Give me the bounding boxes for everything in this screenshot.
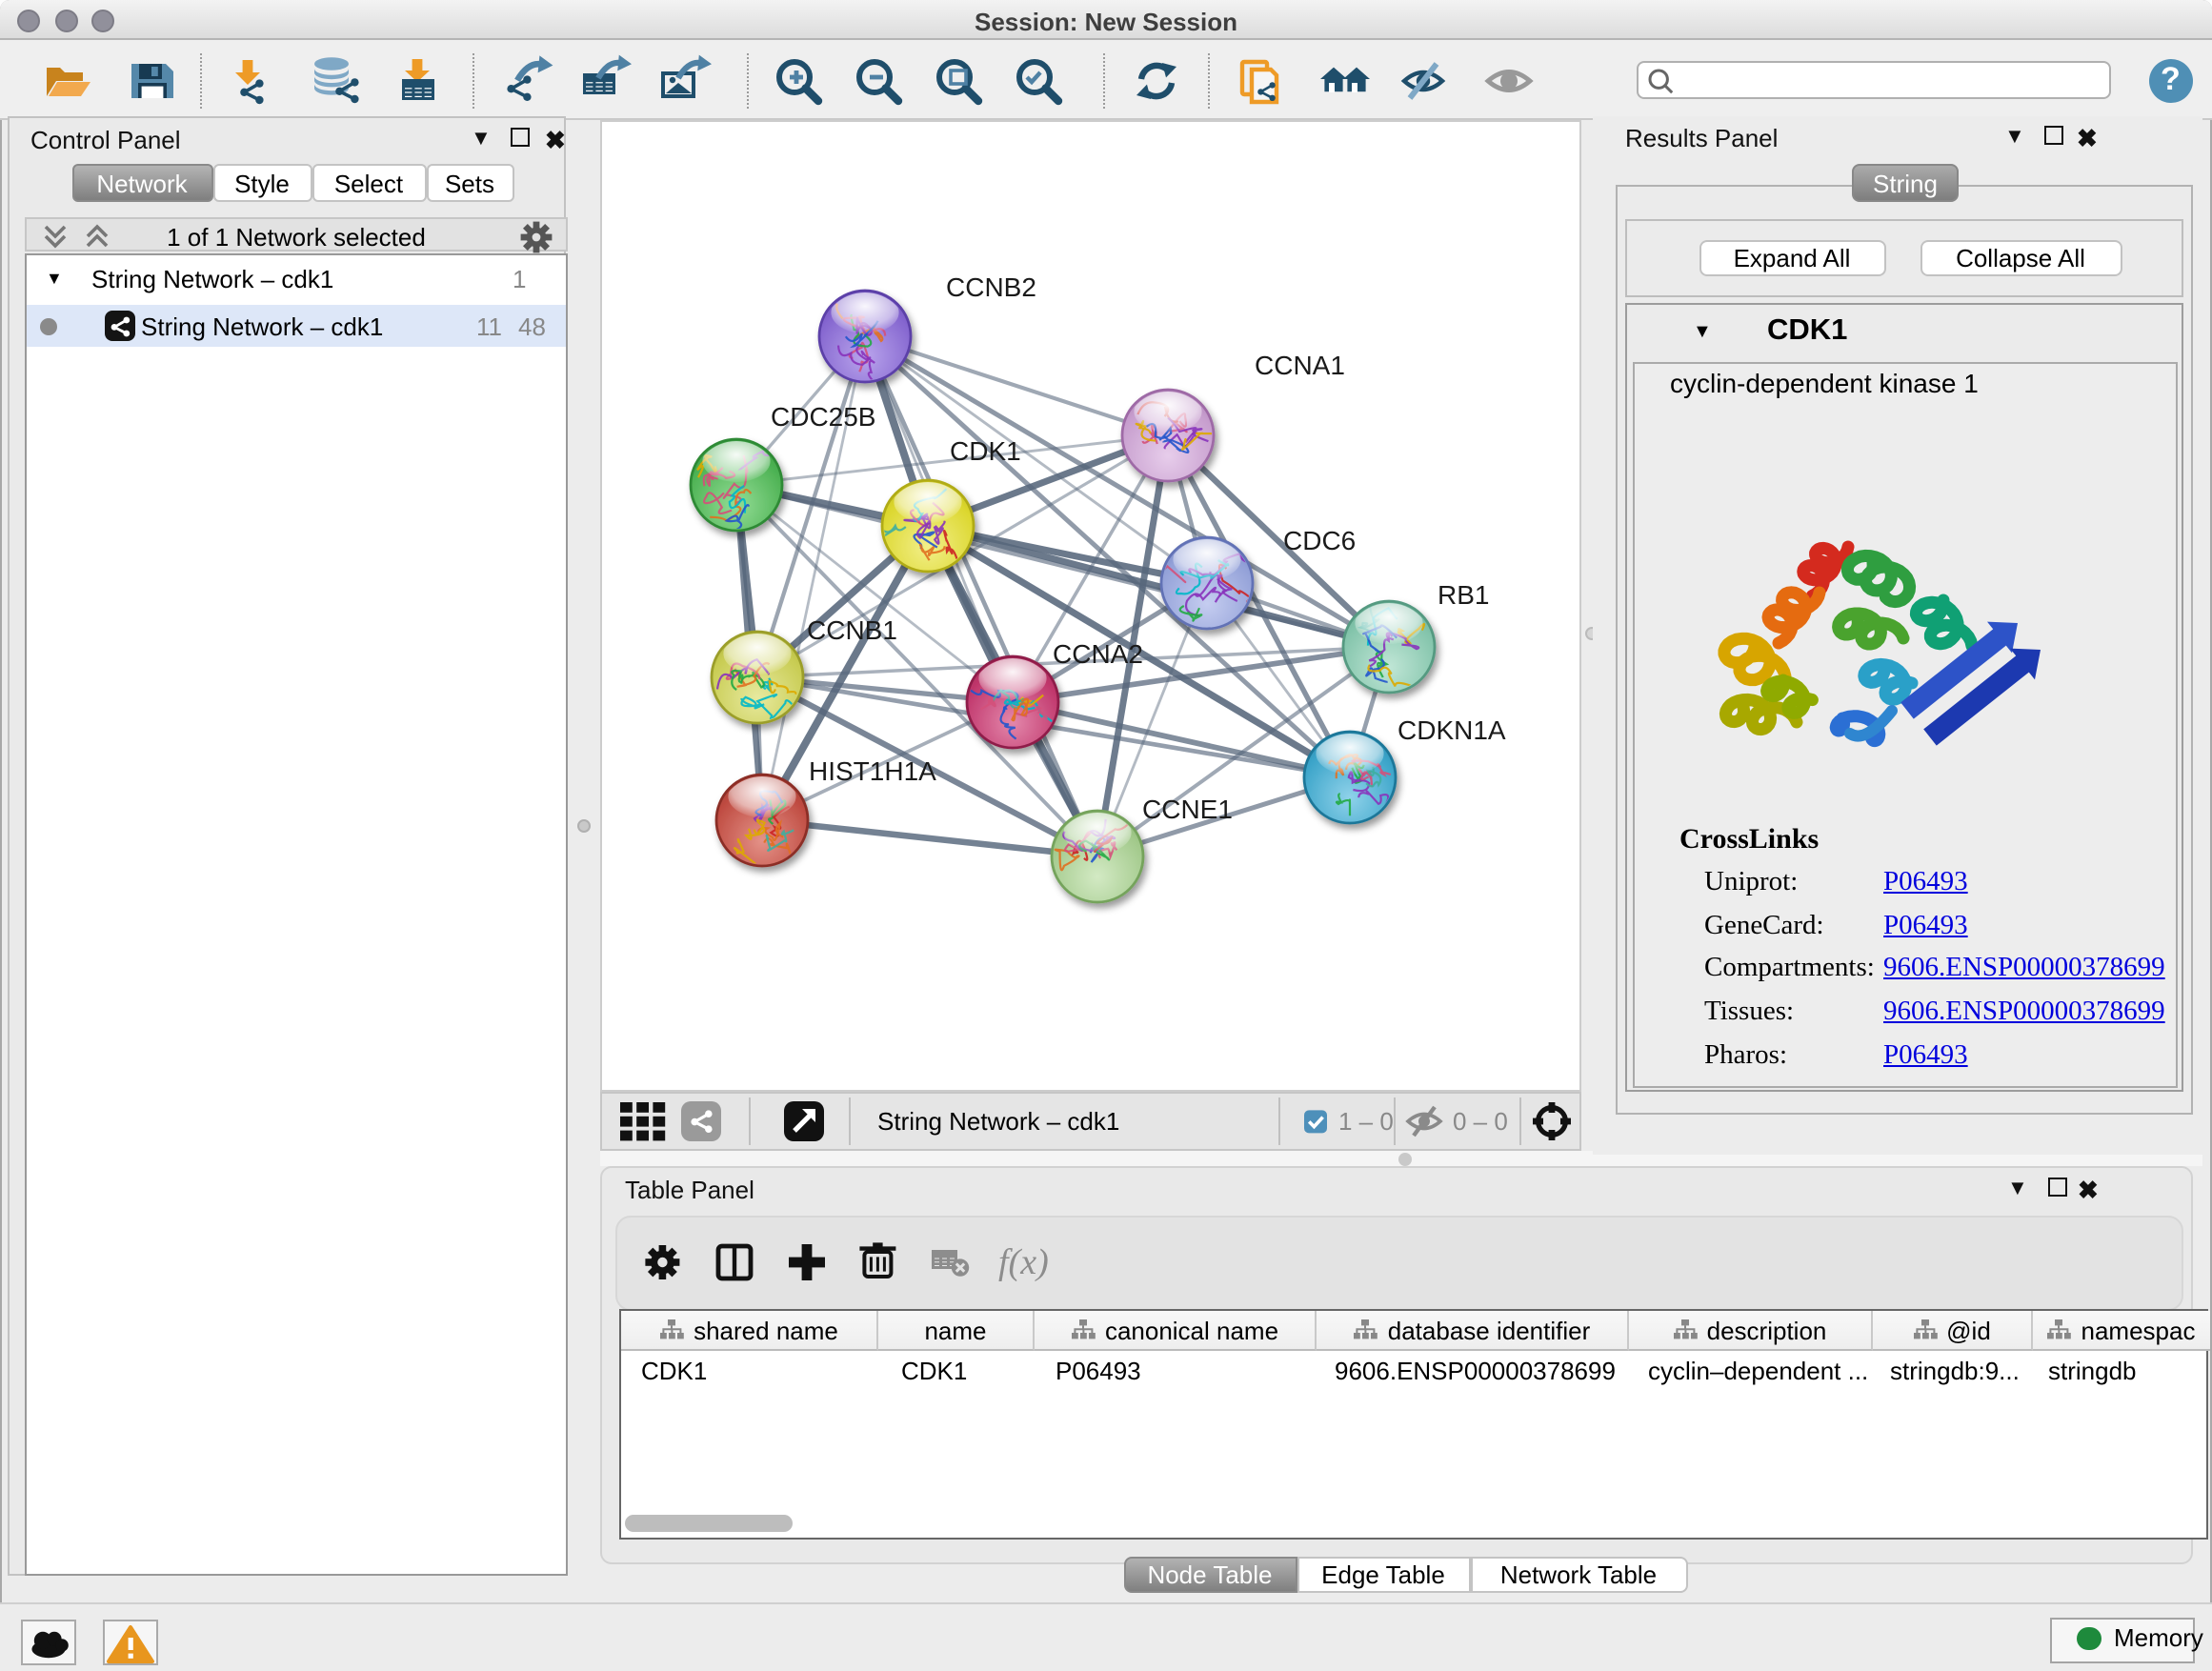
svg-text:CDC25B: CDC25B — [770, 402, 875, 432]
svg-text:CCNB2: CCNB2 — [945, 272, 1036, 302]
svg-text:CCNA2: CCNA2 — [1052, 639, 1142, 669]
svg-text:CCNE1: CCNE1 — [1141, 795, 1232, 824]
svg-text:HIST1H1A: HIST1H1A — [808, 756, 935, 786]
svg-text:RB1: RB1 — [1437, 580, 1488, 610]
svg-text:CDKN1A: CDKN1A — [1397, 715, 1505, 745]
svg-text:CDK1: CDK1 — [949, 436, 1020, 466]
svg-text:CCNA1: CCNA1 — [1254, 351, 1344, 380]
svg-text:CCNB1: CCNB1 — [806, 615, 896, 645]
svg-text:f(x): f(x) — [998, 1242, 1049, 1282]
svg-text:CDC6: CDC6 — [1282, 526, 1355, 555]
